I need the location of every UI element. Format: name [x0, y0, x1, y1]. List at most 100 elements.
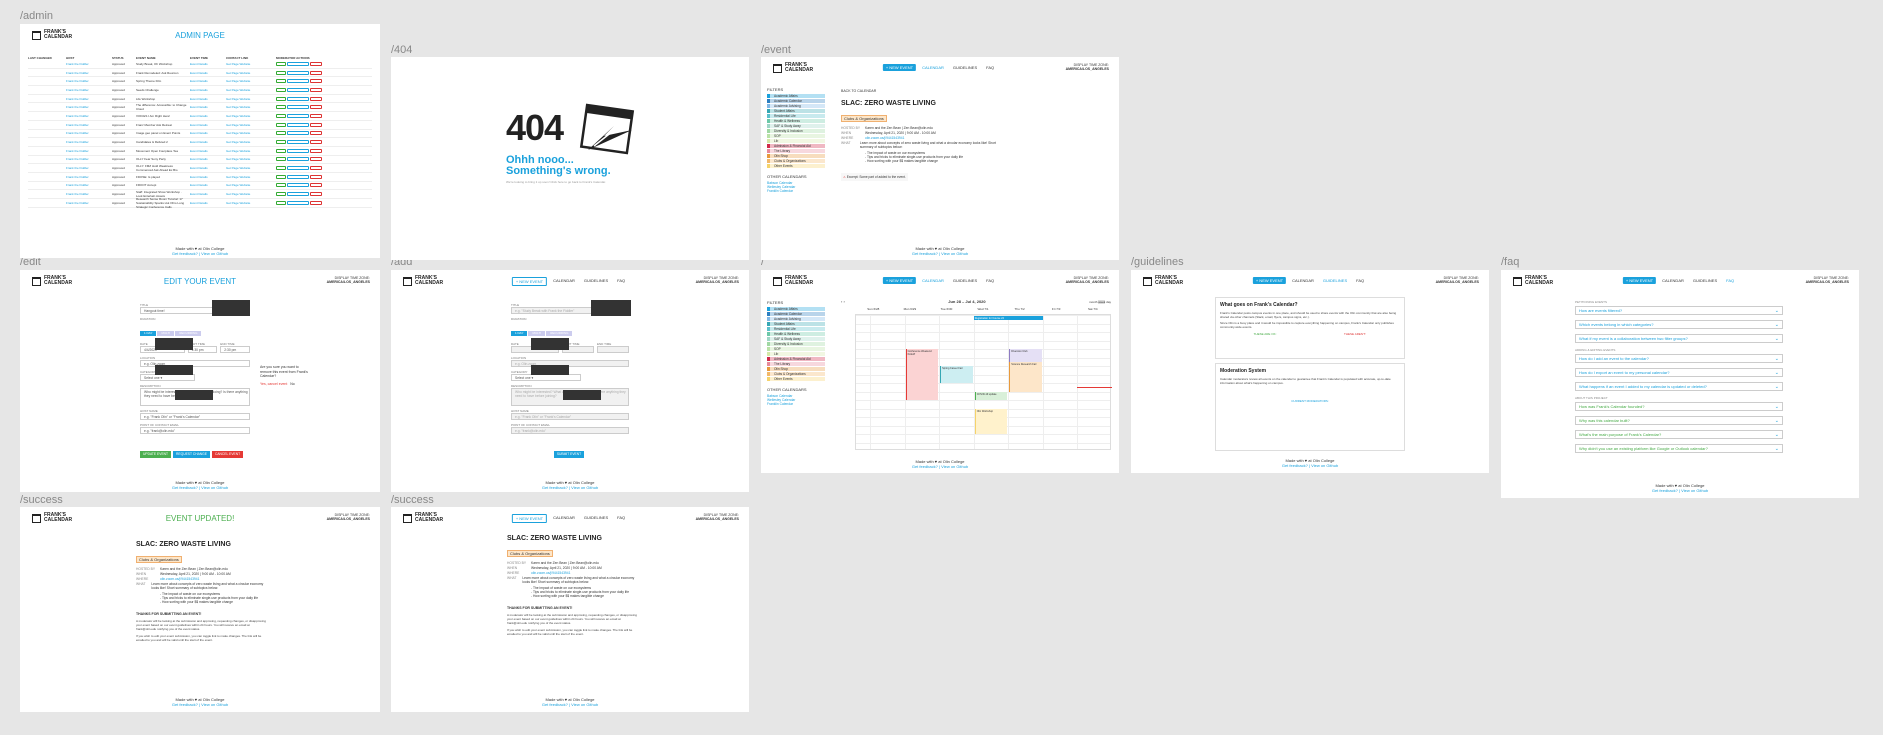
nav-faq[interactable]: FAQ: [983, 64, 997, 71]
delete-button[interactable]: [310, 105, 322, 110]
delete-button[interactable]: [310, 122, 322, 127]
filter-item[interactable]: Admission & Financial Aid: [767, 143, 825, 149]
cell-contact-link[interactable]: Get Page Website: [226, 140, 274, 144]
nav-calendar[interactable]: CALENDAR: [550, 277, 578, 286]
cell-event-time[interactable]: Event Details: [190, 123, 224, 127]
delete-button[interactable]: [310, 61, 322, 66]
faq-item[interactable]: How was Frank's Calendar founded? ⌄: [1575, 402, 1783, 411]
all-day-event[interactable]: Registration for Course 24: [973, 316, 1043, 320]
new-event-button[interactable]: + NEW EVENT: [882, 64, 917, 71]
request-changes-button[interactable]: [287, 131, 309, 136]
filter-item[interactable]: Academic Affairs: [767, 307, 825, 312]
new-event-button[interactable]: + NEW EVENT: [511, 514, 548, 523]
host-input[interactable]: e.g. "Frank Olin" or "Frank's Calendar": [511, 413, 629, 420]
end-time-input[interactable]: 2:30 pm: [220, 346, 251, 353]
request-changes-button[interactable]: [287, 166, 309, 171]
filter-item[interactable]: Olin Shop: [767, 366, 825, 372]
calendar-event[interactable]: Olin Workshop: [974, 408, 1008, 434]
filter-item[interactable]: SOP: [767, 133, 825, 139]
nav-faq[interactable]: FAQ: [614, 514, 628, 523]
filter-item[interactable]: SAF & Study Away: [767, 336, 825, 342]
delete-button[interactable]: [310, 113, 322, 118]
error-note[interactable]: We're looking to bring it up soon! Click…: [506, 180, 606, 184]
request-changes-button[interactable]: [287, 87, 309, 92]
cell-event-time[interactable]: Event Details: [190, 183, 224, 187]
filter-item[interactable]: Clubs & Organizations: [767, 371, 825, 377]
nav-guidelines[interactable]: GUIDELINES: [581, 277, 611, 286]
cell-event-time[interactable]: Event Details: [190, 131, 224, 135]
cell-host[interactable]: Frank the Fiddler: [66, 175, 110, 179]
request-changes-button[interactable]: [287, 148, 309, 153]
nav-calendar[interactable]: CALENDAR: [550, 514, 578, 523]
delete-button[interactable]: [310, 131, 322, 136]
duration-recurring[interactable]: RECURRING: [546, 331, 573, 336]
faq-item[interactable]: What happens if an event I added to my c…: [1575, 382, 1783, 391]
filter-item[interactable]: Academic Affairs: [767, 94, 825, 99]
approve-button[interactable]: [276, 79, 286, 84]
approve-button[interactable]: [276, 113, 286, 118]
nav-faq[interactable]: FAQ: [1353, 277, 1367, 284]
new-event-button[interactable]: + NEW EVENT: [511, 277, 548, 286]
nav-guidelines[interactable]: GUIDELINES: [950, 277, 980, 284]
cell-contact-link[interactable]: Get Page Website: [226, 157, 274, 161]
cell-contact-link[interactable]: Get Page Website: [226, 183, 274, 187]
cell-contact-link[interactable]: Get Page Website: [226, 105, 274, 109]
request-changes-button[interactable]: [287, 200, 309, 205]
end-time-input[interactable]: [597, 346, 629, 353]
timezone-display[interactable]: DISPLAY TIME ZONE: AMERICA/LOS_ANGELES: [1066, 276, 1109, 284]
filter-item[interactable]: Lib: [767, 138, 825, 144]
request-changes-button[interactable]: [287, 105, 309, 110]
request-changes-button[interactable]: [287, 140, 309, 145]
filter-item[interactable]: Residential Life: [767, 113, 825, 119]
approve-button[interactable]: [276, 166, 286, 171]
calendar-event[interactable]: Conference Weekend Kickoff: [905, 349, 939, 400]
cell-host[interactable]: Frank the Fiddler: [66, 192, 110, 196]
cell-event-time[interactable]: Event Details: [190, 175, 224, 179]
approve-button[interactable]: [276, 157, 286, 162]
approve-button[interactable]: [276, 87, 286, 92]
cell-contact-link[interactable]: Get Page Website: [226, 97, 274, 101]
delete-button[interactable]: [310, 200, 322, 205]
cell-contact-link[interactable]: Get Page Website: [226, 71, 274, 75]
cell-host[interactable]: Frank the Fiddler: [66, 88, 110, 92]
host-input[interactable]: e.g. "Frank Olin" or "Frank's Calendar": [140, 413, 250, 420]
faq-item[interactable]: Why didn't you use an existing platform …: [1575, 444, 1783, 453]
filter-item[interactable]: Academic Advising: [767, 103, 825, 109]
approve-button[interactable]: [276, 122, 286, 127]
filter-item[interactable]: Other Events: [767, 163, 825, 169]
filter-item[interactable]: Student Affairs: [767, 321, 825, 327]
cell-event-time[interactable]: Event Details: [190, 105, 224, 109]
cell-event-time[interactable]: Event Details: [190, 140, 224, 144]
new-event-button[interactable]: + NEW EVENT: [882, 277, 917, 284]
delete-button[interactable]: [310, 140, 322, 145]
request-changes-button[interactable]: [287, 113, 309, 118]
request-changes-button[interactable]: [287, 174, 309, 179]
cell-contact-link[interactable]: Get Page Website: [226, 166, 274, 170]
faq-item[interactable]: How are events filtered? ⌄: [1575, 306, 1783, 315]
faq-item[interactable]: Which events belong in which categories?…: [1575, 320, 1783, 329]
cell-event-time[interactable]: Event Details: [190, 149, 224, 153]
cell-host[interactable]: Frank the Fiddler: [66, 131, 110, 135]
delete-button[interactable]: [310, 192, 322, 197]
logo[interactable]: FRANK'S CALENDAR: [773, 276, 813, 286]
calendar-event[interactable]: Spring Career Fair: [940, 366, 973, 383]
submit-event-button[interactable]: SUBMIT EVENT: [553, 450, 585, 458]
cell-contact-link[interactable]: Get Page Website: [226, 131, 274, 135]
duration-multi[interactable]: MULTI: [528, 331, 546, 336]
filter-item[interactable]: Residential Life: [767, 326, 825, 332]
cell-host[interactable]: Frank the Fiddler: [66, 166, 110, 170]
nav-calendar[interactable]: CALENDAR: [919, 64, 947, 71]
new-event-button[interactable]: + NEW EVENT: [1252, 277, 1287, 284]
request-changes-button[interactable]: [287, 157, 309, 162]
duration-1day[interactable]: 1 DAY: [511, 331, 528, 336]
approve-button[interactable]: [276, 96, 286, 101]
request-changes-button[interactable]: [287, 183, 309, 188]
approve-button[interactable]: [276, 61, 286, 66]
faq-item[interactable]: What's the main purpose of Frank's Calen…: [1575, 430, 1783, 439]
calendar-event[interactable]: Science Research Fair: [1009, 361, 1042, 392]
duration-1day[interactable]: 1 DAY: [140, 331, 157, 336]
cell-host[interactable]: Frank the Fiddler: [66, 62, 110, 66]
contact-email-input[interactable]: e.g. "frank@olin.edu": [511, 427, 629, 434]
filter-item[interactable]: Diversity & Inclusion: [767, 341, 825, 347]
timezone-display[interactable]: DISPLAY TIME ZONE: AMERICA/LOS_ANGELES: [696, 276, 739, 284]
